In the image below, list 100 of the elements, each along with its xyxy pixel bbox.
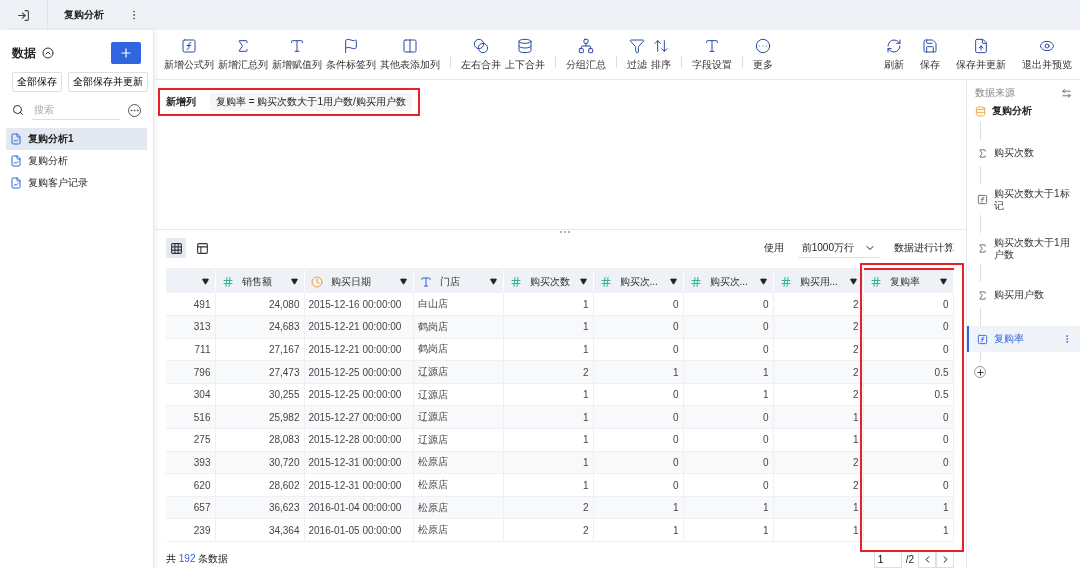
caret-icon[interactable] (489, 278, 497, 285)
toolbar-button[interactable]: 保存并更新 (954, 37, 1008, 72)
field-settings-icon (704, 37, 720, 54)
chart-file-icon (10, 133, 22, 145)
column-header[interactable]: 购买日期 (304, 269, 413, 293)
sigma-icon (977, 289, 988, 301)
tab-title[interactable]: 复购分析 (64, 8, 104, 22)
plus-icon (975, 367, 985, 377)
table-cell: 313 (166, 315, 215, 339)
collapse-icon[interactable] (42, 47, 54, 59)
step-item[interactable]: 购买次数大于1用户数 (967, 233, 1080, 264)
caret-icon[interactable] (759, 278, 767, 285)
fx-icon (977, 333, 988, 345)
column-header[interactable]: 购买用... (773, 269, 863, 293)
caret-icon[interactable] (201, 278, 209, 285)
save-button[interactable]: 全部保存并更新 (68, 72, 148, 92)
toolbar-button[interactable]: 分组汇总 (564, 37, 608, 72)
table-cell: 白山店 (413, 293, 503, 316)
row-limit-select[interactable]: 前1000万行 (797, 238, 880, 258)
sidebar-item[interactable]: 复购分析1 (6, 128, 147, 150)
formula-bar: 新增列 复购率 = 购买次数大于1用户数/购买用户数 (158, 88, 420, 116)
toolbar-button[interactable]: 更多 (751, 37, 775, 72)
switch-icon[interactable] (1061, 87, 1072, 99)
toolbar-button[interactable]: 保存 (918, 37, 942, 72)
step-item[interactable]: 复购率 (967, 326, 1080, 352)
columns-icon (402, 37, 418, 54)
toolbar-button[interactable]: 退出并预览 (1020, 37, 1074, 72)
database-icon (975, 105, 986, 117)
toolbar-button[interactable]: 上下合并 (503, 37, 547, 72)
refresh-icon (886, 37, 902, 54)
table-cell: 516 (166, 405, 215, 429)
column-header[interactable]: 门店 (413, 269, 503, 293)
table-cell: 657 (166, 496, 215, 519)
add-step-button[interactable] (974, 366, 986, 378)
toolbar-button[interactable]: 条件标签列 (324, 37, 378, 72)
toolbar-button[interactable]: 新增汇总列 (216, 37, 270, 72)
column-header[interactable]: 购买次... (683, 269, 773, 293)
table-cell: 239 (166, 518, 215, 542)
use-label: 使用 (763, 241, 784, 255)
grid-view-button[interactable] (166, 238, 186, 258)
hash-icon (779, 275, 792, 288)
flag-icon (343, 37, 359, 54)
table-cell: 393 (166, 451, 215, 474)
table-cell: 620 (166, 473, 215, 497)
column-header[interactable]: 销售额 (215, 269, 304, 293)
page-total: /2 (905, 553, 914, 565)
table-cell: 0 (683, 293, 773, 316)
grid-icon (169, 241, 183, 255)
caret-icon[interactable] (849, 278, 857, 285)
more-icon (755, 37, 771, 54)
toolbar-button[interactable]: 其他表添加列 (378, 37, 442, 72)
sort-icon (653, 37, 669, 54)
caret-icon[interactable] (939, 278, 947, 285)
table-cell: 2015-12-16 00:00:00 (304, 293, 413, 316)
step-item[interactable]: 购买次数大于1标记 (967, 184, 1080, 215)
column-header[interactable]: 购买次数 (503, 269, 593, 293)
calc-label: 数据进行计算 (894, 241, 954, 255)
table-cell: 711 (166, 338, 215, 361)
table-cell: 24,080 (215, 293, 304, 316)
caret-icon[interactable] (579, 278, 587, 285)
toolbar-button[interactable]: 新增公式列 (162, 37, 216, 72)
toolbar-button[interactable]: 左右合并 (459, 37, 503, 72)
step-item[interactable]: 购买次数 (967, 140, 1080, 166)
table-cell: 0 (593, 293, 683, 316)
text-icon (289, 37, 305, 54)
caret-icon[interactable] (399, 278, 407, 285)
fx-icon (181, 37, 197, 54)
step-item[interactable]: 购买用户数 (967, 282, 1080, 308)
toolbar-button[interactable]: 过滤 (625, 37, 649, 72)
table-cell: 491 (166, 293, 215, 316)
chart-file-icon (10, 177, 22, 189)
hash-icon (599, 275, 612, 288)
sigma-icon (977, 243, 988, 254)
sidebar-item[interactable]: 复购分析 (6, 150, 147, 172)
column-header[interactable]: 复购率 (863, 269, 953, 293)
save-icon (922, 37, 938, 54)
save-button[interactable]: 全部保存 (12, 72, 62, 92)
hash-icon (221, 275, 234, 288)
sidebar-item[interactable]: 复购客户记录 (6, 172, 147, 194)
column-header[interactable]: 购买次... (593, 269, 683, 293)
caret-icon[interactable] (669, 278, 677, 285)
sigma-icon (235, 37, 251, 54)
table-cell: 2 (773, 293, 863, 316)
hash-icon (869, 275, 882, 288)
clock-icon (310, 275, 323, 288)
layout-icon (195, 241, 209, 255)
sigma-icon (977, 147, 988, 159)
toolbar-button[interactable]: 字段设置 (690, 37, 734, 72)
table-cell: 796 (166, 360, 215, 384)
toolbar-button[interactable]: 刷新 (882, 37, 906, 72)
filter-icon (629, 37, 645, 54)
page-field[interactable]: 1 (873, 550, 902, 568)
toolbar-button[interactable]: 排序 (649, 37, 673, 72)
exit-icon[interactable] (17, 8, 30, 22)
caret-icon[interactable] (290, 278, 298, 285)
plus-icon (119, 46, 133, 60)
add-button[interactable] (111, 42, 141, 64)
hash-icon (689, 275, 702, 288)
toolbar-button[interactable]: 新增赋值列 (270, 37, 324, 72)
row-count: 共 192 条数据 (166, 552, 229, 567)
